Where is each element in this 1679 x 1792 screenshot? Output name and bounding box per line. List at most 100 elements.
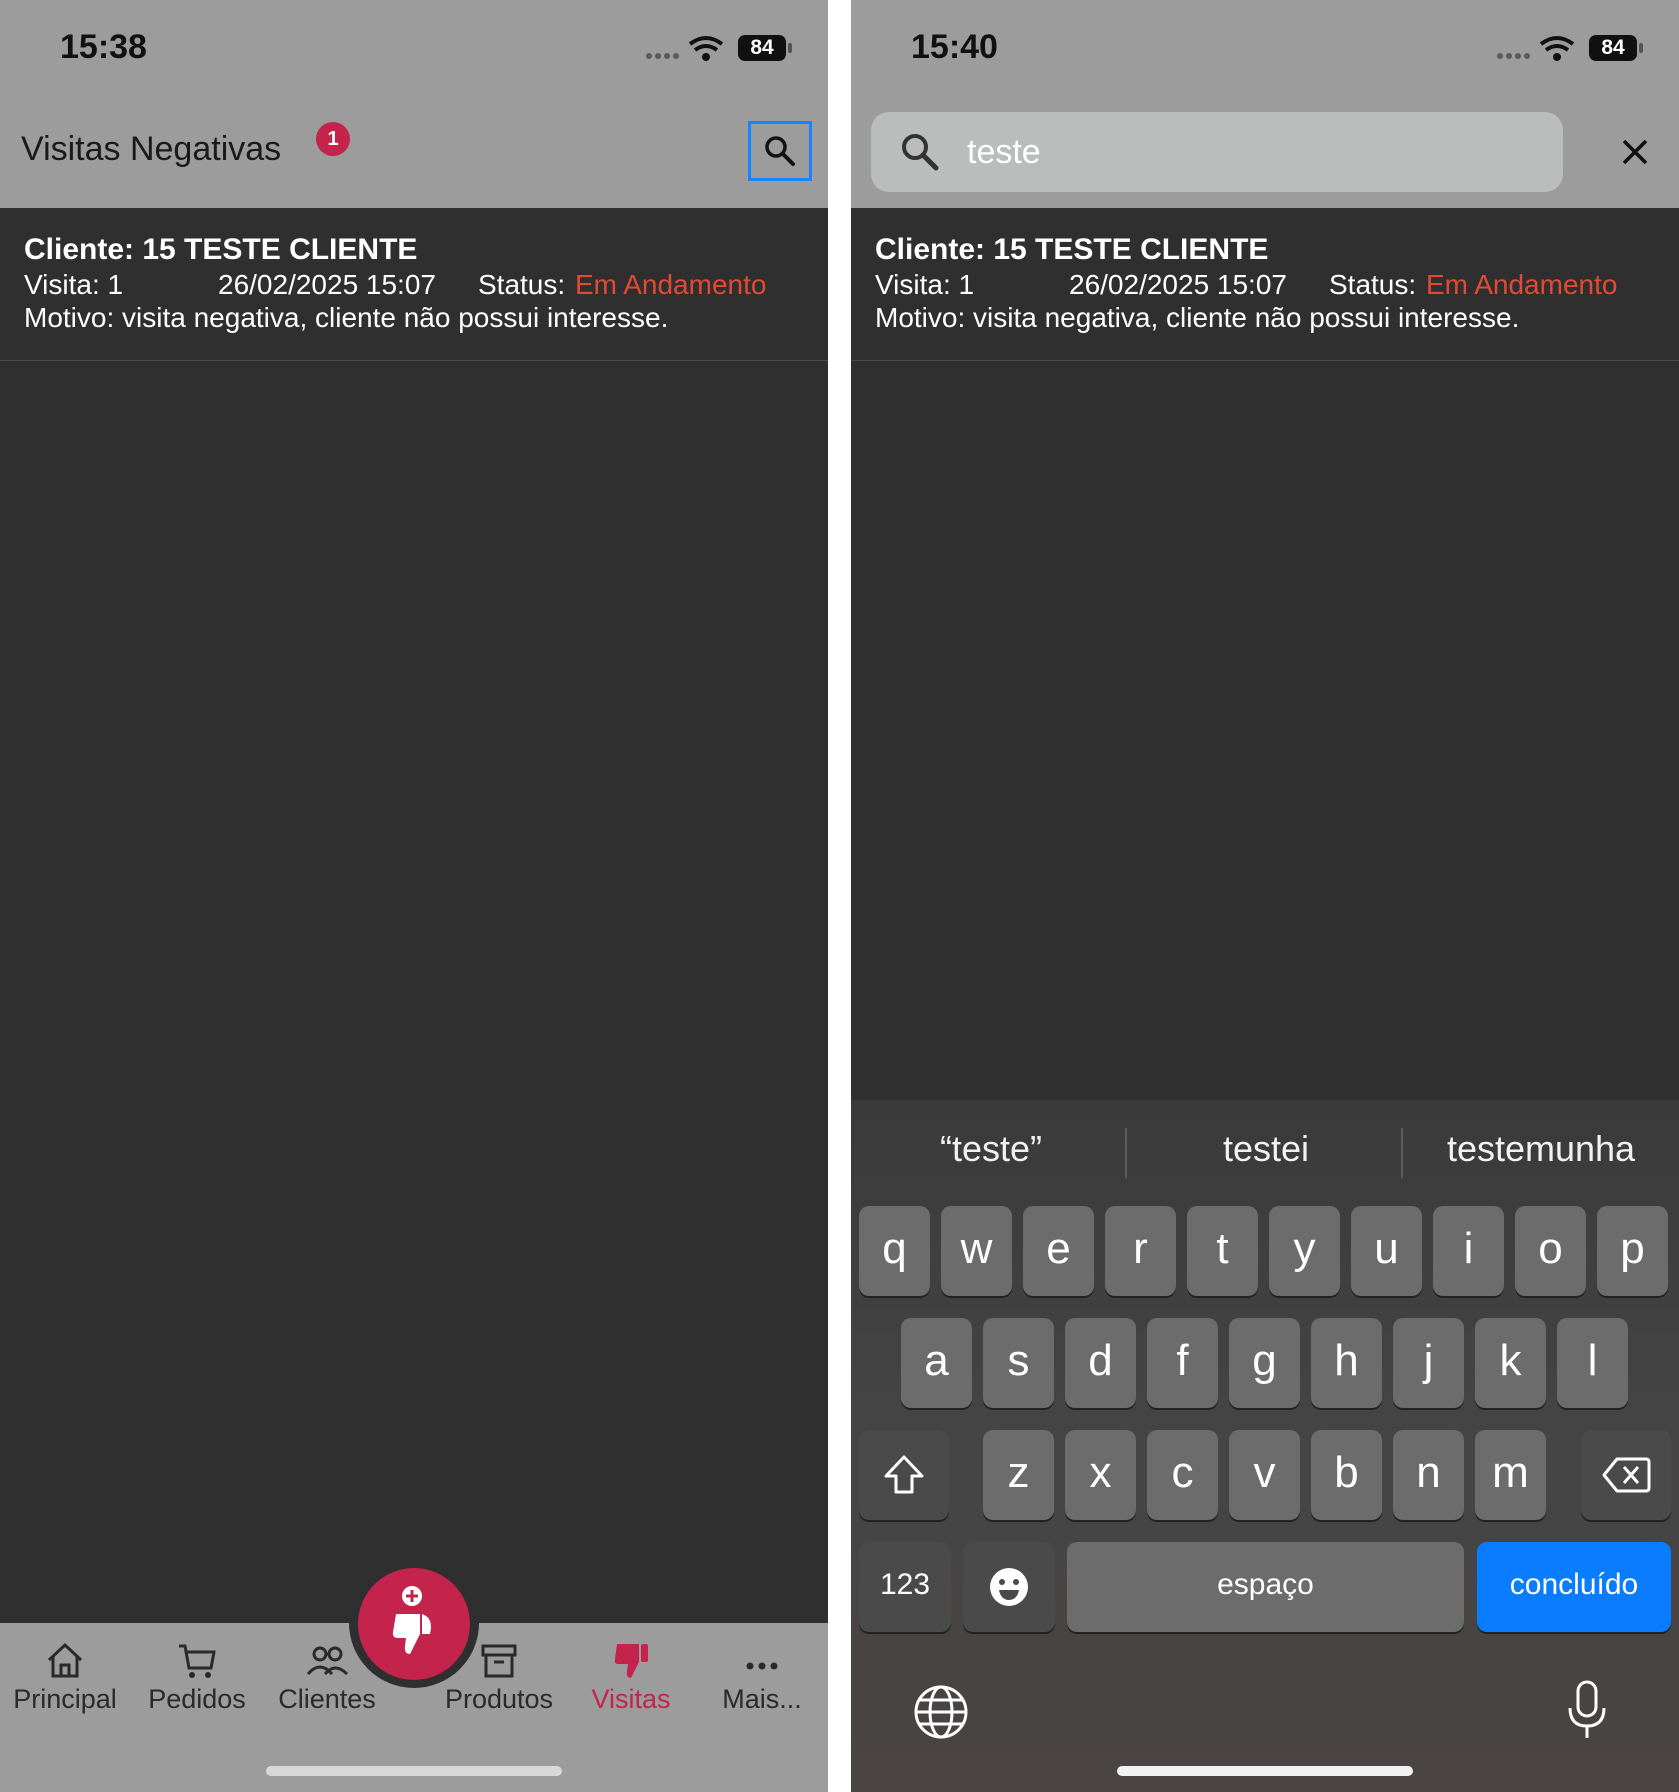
tab-mais[interactable]: Mais... — [697, 1638, 827, 1715]
key-w[interactable]: w — [941, 1206, 1012, 1296]
globe-icon — [914, 1685, 968, 1739]
search-button[interactable] — [748, 121, 812, 181]
item-status-value: Em Andamento — [575, 269, 767, 300]
tab-label: Pedidos — [148, 1684, 246, 1714]
key-f[interactable]: f — [1147, 1318, 1218, 1408]
microphone-icon — [1568, 1680, 1606, 1738]
tab-label: Clientes — [278, 1684, 376, 1714]
tab-visitas[interactable]: Visitas — [566, 1638, 696, 1715]
item-status-label: Status: — [478, 269, 566, 300]
count-badge: 1 — [316, 122, 350, 156]
key-b[interactable]: b — [1311, 1430, 1382, 1520]
search-icon — [902, 134, 939, 171]
key-o[interactable]: o — [1515, 1206, 1586, 1296]
tab-label: Visitas — [591, 1684, 671, 1714]
key-c[interactable]: c — [1147, 1430, 1218, 1520]
app-header: Visitas Negativas 1 — [0, 98, 828, 208]
item-client: Cliente: 15 TESTE CLIENTE — [24, 233, 418, 266]
suggestion-item[interactable]: “teste” — [861, 1128, 1121, 1170]
search-input[interactable] — [967, 122, 1527, 182]
key-q[interactable]: q — [859, 1206, 930, 1296]
tab-label: Mais... — [722, 1684, 802, 1714]
key-e[interactable]: e — [1023, 1206, 1094, 1296]
done-key[interactable]: concluído — [1477, 1542, 1671, 1632]
key-u[interactable]: u — [1351, 1206, 1422, 1296]
key-d[interactable]: d — [1065, 1318, 1136, 1408]
emoji-icon — [990, 1568, 1028, 1606]
more-icon — [746, 1662, 778, 1670]
tab-pedidos[interactable]: Pedidos — [132, 1638, 262, 1715]
key-x[interactable]: x — [1065, 1430, 1136, 1520]
item-reason: Motivo: visita negativa, cliente não pos… — [875, 302, 1520, 333]
key-j[interactable]: j — [1393, 1318, 1464, 1408]
item-datetime: 26/02/2025 15:07 — [1069, 269, 1287, 300]
key-p[interactable]: p — [1597, 1206, 1668, 1296]
home-indicator — [266, 1766, 562, 1776]
key-r[interactable]: r — [1105, 1206, 1176, 1296]
status-icons: 84 — [1495, 34, 1645, 64]
shift-key[interactable] — [859, 1430, 949, 1520]
key-g[interactable]: g — [1229, 1318, 1300, 1408]
status-icons: 84 — [644, 34, 794, 64]
add-negative-visit-button[interactable] — [358, 1568, 470, 1680]
backspace-icon — [1602, 1457, 1651, 1493]
close-search-button[interactable] — [1611, 128, 1659, 176]
list-item[interactable]: Cliente: 15 TESTE CLIENTE Visita: 1 26/0… — [851, 208, 1679, 361]
search-icon — [765, 136, 795, 166]
home-icon — [47, 1642, 83, 1678]
add-negative-visit-icon — [392, 1586, 431, 1654]
key-i[interactable]: i — [1433, 1206, 1504, 1296]
users-icon — [306, 1646, 349, 1676]
emoji-key[interactable] — [963, 1542, 1055, 1632]
key-k[interactable]: k — [1475, 1318, 1546, 1408]
key-l[interactable]: l — [1557, 1318, 1628, 1408]
suggestion-item[interactable]: testei — [1136, 1128, 1396, 1170]
status-time: 15:38 — [60, 28, 147, 66]
item-visit: Visita: 1 — [875, 269, 975, 300]
key-a[interactable]: a — [901, 1318, 972, 1408]
space-key[interactable]: espaço — [1067, 1542, 1464, 1632]
search-bar[interactable] — [871, 112, 1563, 192]
home-indicator — [1117, 1766, 1413, 1776]
item-datetime: 26/02/2025 15:07 — [218, 269, 436, 300]
close-icon — [1622, 139, 1648, 165]
status-time: 15:40 — [911, 28, 998, 66]
tab-principal[interactable]: Principal — [0, 1638, 130, 1715]
on-screen-keyboard: “teste” testei testemunha q w e r t y u … — [851, 1100, 1679, 1792]
list-item[interactable]: Cliente: 15 TESTE CLIENTE Visita: 1 26/0… — [0, 208, 828, 361]
globe-button[interactable] — [913, 1684, 969, 1740]
key-t[interactable]: t — [1187, 1206, 1258, 1296]
status-bar: 15:40 84 — [851, 0, 1679, 98]
key-y[interactable]: y — [1269, 1206, 1340, 1296]
key-h[interactable]: h — [1311, 1318, 1382, 1408]
shift-icon — [884, 1455, 924, 1494]
key-v[interactable]: v — [1229, 1430, 1300, 1520]
archive-icon — [481, 1644, 517, 1678]
key-m[interactable]: m — [1475, 1430, 1546, 1520]
status-bar: 15:38 84 — [0, 0, 828, 98]
suggestion-divider — [1401, 1128, 1403, 1178]
key-n[interactable]: n — [1393, 1430, 1464, 1520]
dictation-button[interactable] — [1565, 1680, 1609, 1740]
cart-icon — [179, 1644, 216, 1678]
item-client: Cliente: 15 TESTE CLIENTE — [875, 233, 1269, 266]
key-s[interactable]: s — [983, 1318, 1054, 1408]
battery-level: 84 — [750, 36, 774, 59]
numbers-key[interactable]: 123 — [859, 1542, 951, 1632]
key-z[interactable]: z — [983, 1430, 1054, 1520]
tab-label: Produtos — [444, 1684, 554, 1714]
tab-label: Principal — [13, 1684, 117, 1714]
battery-level: 84 — [1601, 36, 1625, 59]
keyboard-suggestions: “teste” testei testemunha — [851, 1100, 1679, 1200]
phone-screen-list: 15:38 84 Visitas Negativas 1 Cliente: 15… — [0, 0, 828, 1792]
suggestion-item[interactable]: testemunha — [1411, 1128, 1671, 1170]
item-visit: Visita: 1 — [24, 269, 124, 300]
search-header — [851, 98, 1679, 208]
backspace-key[interactable] — [1581, 1430, 1671, 1520]
phone-screen-search: 15:40 84 teste Cliente: 15 TESTE CLIENTE… — [851, 0, 1679, 1792]
thumbs-down-icon — [614, 1644, 648, 1678]
suggestion-divider — [1125, 1128, 1127, 1178]
page-title: Visitas Negativas — [21, 130, 282, 168]
item-reason: Motivo: visita negativa, cliente não pos… — [24, 302, 669, 333]
item-status-value: Em Andamento — [1426, 269, 1618, 300]
